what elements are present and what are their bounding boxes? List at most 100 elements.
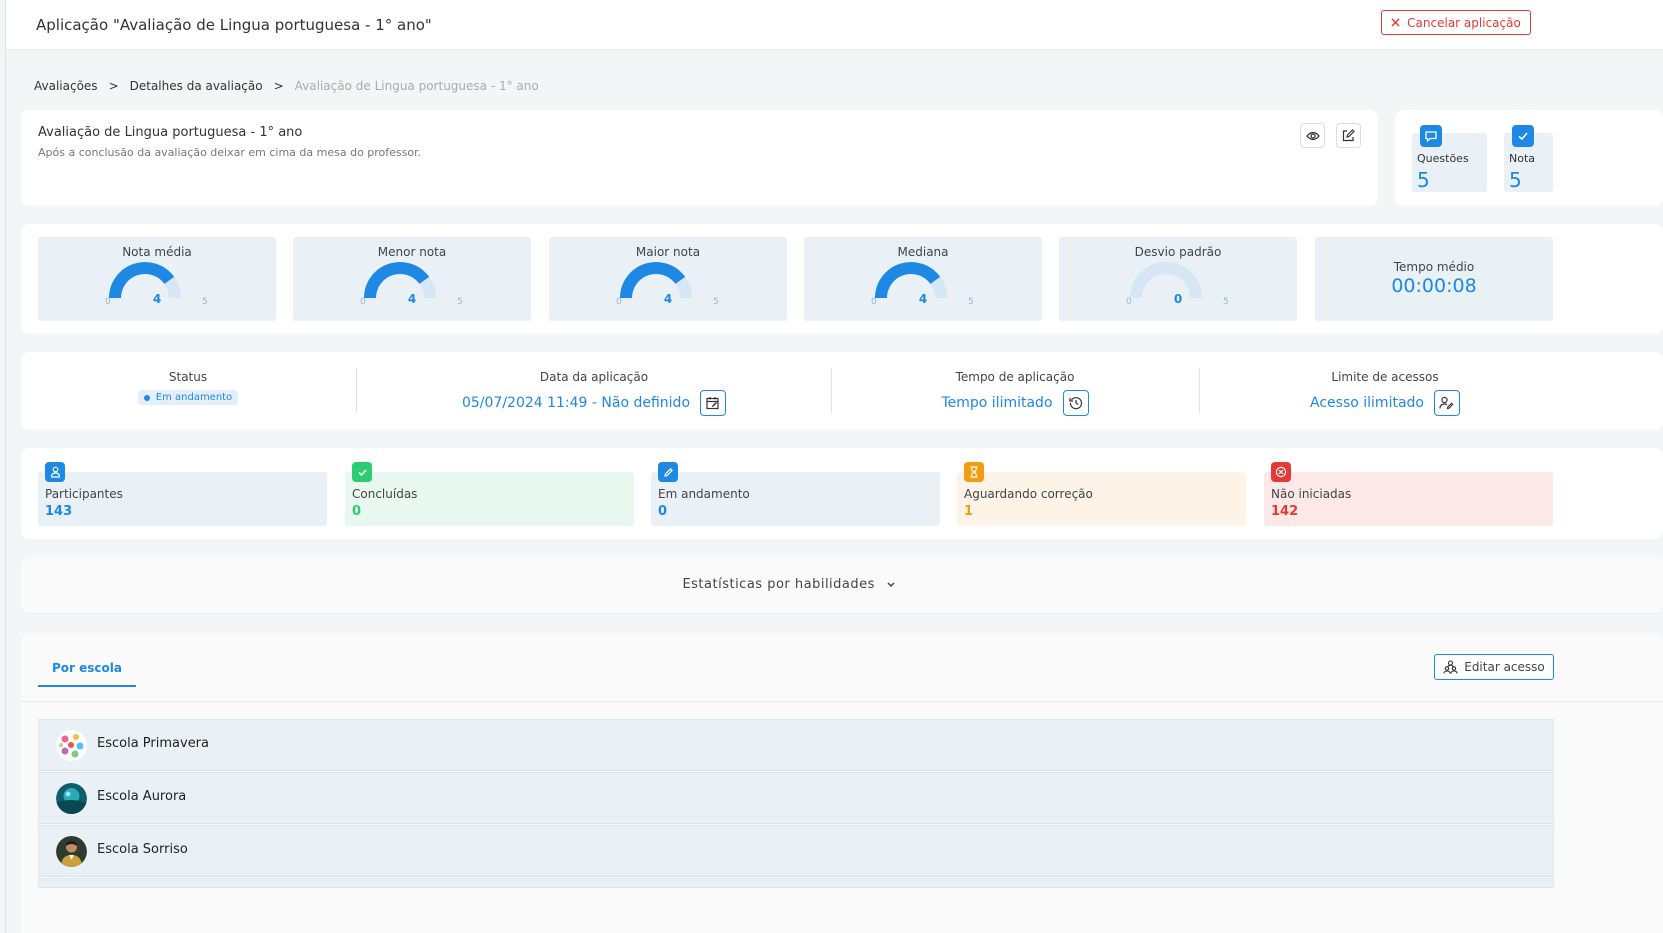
application-time-label: Tempo de aplicação (955, 370, 1075, 384)
user-edit-icon (1439, 396, 1454, 410)
gauge-label: Mediana (897, 245, 949, 259)
chat-icon (1420, 125, 1442, 147)
completed-box: Concluídas 0 (345, 462, 634, 526)
left-border (5, 0, 6, 933)
application-details-card: Status Em andamento Data da aplicação 05… (21, 352, 1663, 430)
skills-statistics-toggle[interactable]: Estatísticas por habilidades (21, 557, 1663, 614)
schools-section: Por escola Editar acesso Escola Primaver… (21, 633, 1663, 933)
breadcrumb-separator-icon: > (273, 79, 284, 93)
gauge-max: 5 (968, 297, 974, 307)
not-started-box: Não iniciadas 142 (1264, 462, 1553, 526)
status-badge-text: Em andamento (155, 392, 233, 403)
breadcrumb-assessments[interactable]: Avaliações (34, 79, 98, 93)
gauge-arc (1130, 262, 1202, 299)
gauge-highest: Maior nota 0 4 5 (549, 237, 787, 321)
edit-time-button[interactable] (1062, 390, 1089, 416)
gauge-max: 5 (1223, 297, 1229, 307)
gauge-label: Menor nota (377, 245, 447, 259)
status-label: Status (168, 370, 208, 384)
gauge-arc (364, 262, 436, 299)
calendar-edit-icon (706, 397, 719, 410)
gauge-value: 4 (663, 292, 673, 306)
in-progress-box: Em andamento 0 (651, 462, 940, 526)
status-badge: Em andamento (137, 390, 239, 405)
school-avatar (56, 836, 87, 867)
gauge-average: Nota média 0 4 5 (38, 237, 276, 321)
grade-statistics-card: Nota média 0 4 5 Menor nota 0 4 5 Maior … (21, 224, 1663, 334)
grade-value: 5 (1509, 168, 1522, 192)
breadcrumb: Avaliações > Detalhes da avaliação > Ava… (34, 79, 539, 93)
gauge-label: Desvio padrão (1134, 245, 1222, 259)
access-limit-value: Acesso ilimitado (1310, 395, 1424, 411)
application-time-section: Tempo de aplicação Tempo ilimitado (911, 370, 1119, 416)
gauge-value: 4 (407, 292, 417, 306)
top-bar: Aplicação "Avaliação de Lingua portugues… (6, 0, 1663, 50)
status-section: Status Em andamento (83, 370, 293, 405)
divider (831, 368, 832, 413)
cancel-application-button[interactable]: Cancelar aplicação (1381, 10, 1531, 35)
school-name: Escola Primavera (97, 736, 209, 751)
gauge-value: 4 (918, 292, 928, 306)
school-row[interactable]: Escola Sorriso (38, 825, 1554, 877)
edit-check-icon (1512, 125, 1534, 147)
view-button[interactable] (1300, 123, 1325, 148)
gauge-arc (620, 262, 692, 299)
edit-date-button[interactable] (700, 390, 727, 416)
grade-label: Nota (1509, 152, 1536, 165)
close-circle-icon (1271, 462, 1291, 482)
pencil-icon (658, 462, 678, 482)
questions-value: 5 (1417, 168, 1430, 192)
awaiting-correction-value: 1 (964, 504, 974, 519)
status-dot-icon (143, 394, 150, 401)
edit-access-button[interactable]: Editar acesso (1434, 654, 1554, 680)
gauge-label: Nota média (122, 245, 192, 259)
school-row[interactable]: Escola Primavera (38, 719, 1554, 771)
tab-divider (21, 701, 1663, 702)
school-avatar (56, 730, 87, 761)
breadcrumb-assessment-details[interactable]: Detalhes da avaliação (130, 79, 263, 93)
edit-button[interactable] (1336, 123, 1361, 148)
gauge-max: 5 (457, 297, 463, 307)
application-time-value: Tempo ilimitado (941, 395, 1053, 411)
gauge-arc (109, 262, 181, 299)
gauge-max: 5 (713, 297, 719, 307)
school-name: Escola Aurora (97, 789, 187, 804)
history-icon (1068, 397, 1082, 410)
not-started-value: 142 (1271, 504, 1299, 519)
completed-label: Concluídas (352, 487, 418, 501)
assessment-description: Após a conclusão da avaliação deixar em … (38, 146, 422, 159)
breadcrumb-current: Avaliação de Lingua portuguesa - 1° ano (294, 79, 539, 93)
divider (356, 368, 357, 413)
gauge-arc (875, 262, 947, 299)
awaiting-correction-label: Aguardando correção (964, 487, 1093, 501)
tab-by-school[interactable]: Por escola (38, 658, 136, 687)
participants-label: Participantes (45, 487, 123, 501)
gauge-value: 0 (1173, 292, 1183, 306)
awaiting-correction-box: Aguardando correção 1 (957, 462, 1246, 526)
questions-label: Questões (1417, 152, 1469, 165)
edit-access-label: Editar acesso (1464, 660, 1545, 674)
close-icon (1391, 18, 1400, 27)
assessment-info-card: Avaliação de Lingua portuguesa - 1° ano … (21, 110, 1378, 206)
school-row[interactable] (38, 878, 1554, 888)
in-progress-value: 0 (658, 504, 668, 519)
not-started-label: Não iniciadas (1271, 487, 1352, 501)
cancel-application-label: Cancelar aplicação (1407, 15, 1521, 30)
access-limit-section: Limite de acessos Acesso ilimitado (1283, 370, 1487, 416)
hourglass-icon (964, 462, 984, 482)
participants-card: Participantes 143 Concluídas 0 Em andame… (21, 448, 1663, 539)
breadcrumb-separator-icon: > (108, 79, 119, 93)
gauge-value: 4 (152, 292, 162, 306)
gauge-std-deviation: Desvio padrão 0 0 5 (1059, 237, 1297, 321)
school-row[interactable]: Escola Aurora (38, 772, 1554, 824)
application-date-label: Data da aplicação (539, 370, 649, 384)
skills-statistics-label: Estatísticas por habilidades (682, 577, 875, 592)
completed-value: 0 (352, 504, 362, 519)
divider (1199, 368, 1200, 413)
edit-access-limit-button[interactable] (1433, 390, 1460, 416)
eye-icon (1305, 131, 1320, 140)
gauge-label: Maior nota (635, 245, 701, 259)
application-date-value: 05/07/2024 11:49 - Não definido (461, 395, 691, 411)
average-time-box: Tempo médio 00:00:08 (1315, 237, 1553, 321)
users-icon (1443, 660, 1458, 674)
